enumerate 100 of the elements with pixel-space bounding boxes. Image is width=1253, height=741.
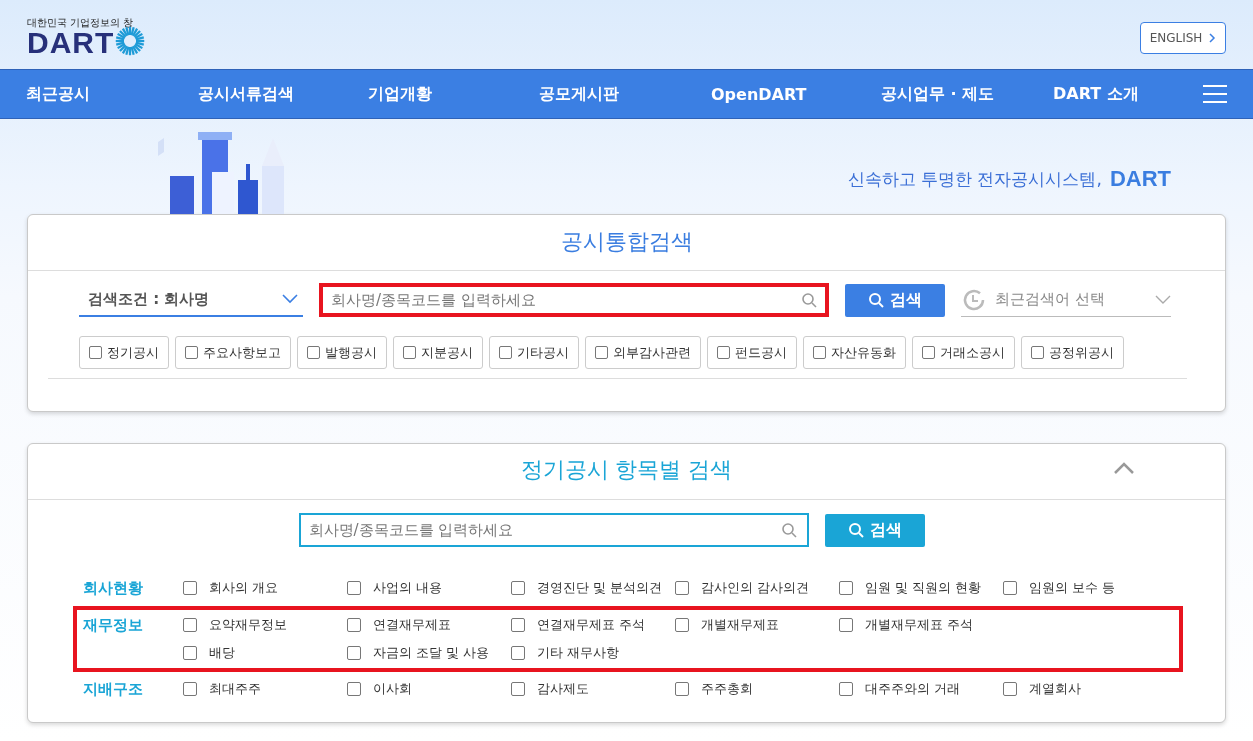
filter-label: 공정위공시 [1049, 343, 1114, 362]
filter-chip[interactable]: 펀드공시 [707, 336, 797, 369]
checkbox[interactable] [839, 682, 853, 696]
option-label: 회사의 개요 [209, 579, 279, 597]
search-field[interactable]: 회사명/종목코드를 입력하세요 [319, 283, 829, 317]
checkbox[interactable] [511, 682, 525, 696]
option-label: 이사회 [373, 680, 412, 698]
option-label: 대주주와의 거래 [865, 680, 961, 698]
option-label: 최대주주 [209, 680, 261, 698]
checkbox[interactable] [183, 618, 197, 632]
sunburst-icon [115, 26, 146, 56]
checkbox[interactable] [839, 618, 853, 632]
checkbox[interactable] [511, 618, 525, 632]
logo-tagline: 대한민국 기업정보의 창 [27, 16, 135, 30]
nav-link[interactable]: OpenDART [711, 84, 881, 104]
recent-search-dropdown[interactable]: 최근검색어 선택 [961, 283, 1171, 317]
option-label: 기타 재무사항 [537, 644, 620, 662]
filter-chip[interactable]: 정기공시 [79, 336, 169, 369]
card-title: 공시통합검색 [28, 215, 1225, 271]
search-icon [868, 292, 884, 308]
checkbox[interactable] [307, 346, 320, 359]
search-icon [801, 292, 817, 308]
logo-wordmark[interactable]: DART [27, 28, 115, 58]
checkbox[interactable] [595, 346, 608, 359]
checkbox[interactable] [511, 581, 525, 595]
checkbox[interactable] [1003, 682, 1017, 696]
filter-chip[interactable]: 외부감사관련 [585, 336, 701, 369]
option-label: 계열회사 [1029, 680, 1081, 698]
checkbox[interactable] [813, 346, 826, 359]
checkbox[interactable] [839, 581, 853, 595]
checkbox[interactable] [403, 346, 416, 359]
checkbox[interactable] [347, 618, 361, 632]
category-label: 지배구조 [83, 680, 144, 699]
filter-chip[interactable]: 공정위공시 [1021, 336, 1124, 369]
option-label: 자금의 조달 및 사용 [373, 644, 490, 662]
option-label: 감사인의 감사의견 [701, 579, 810, 597]
menu-icon[interactable] [1203, 85, 1227, 103]
filter-label: 지분공시 [421, 343, 473, 362]
option-label: 배당 [209, 644, 235, 662]
filter-label: 펀드공시 [735, 343, 787, 362]
checkbox[interactable] [922, 346, 935, 359]
nav-link[interactable]: 공시업무 · 제도 [881, 83, 1053, 105]
search-field[interactable]: 회사명/종목코드를 입력하세요 [298, 513, 809, 547]
option-label: 임원 및 직원의 현황 [865, 579, 982, 597]
filter-label: 정기공시 [107, 343, 159, 362]
filter-label: 거래소공시 [940, 343, 1005, 362]
filter-label: 기타공시 [517, 343, 569, 362]
checkbox[interactable] [347, 581, 361, 595]
checkbox[interactable] [1003, 581, 1017, 595]
filter-chip[interactable]: 지분공시 [393, 336, 483, 369]
option-label: 경영진단 및 분석의견 [537, 579, 663, 597]
option-label: 요약재무정보 [209, 616, 287, 634]
option-label: 연결재무제표 주석 [537, 616, 646, 634]
chevron-icon[interactable] [1113, 461, 1135, 475]
option-label: 임원의 보수 등 [1029, 579, 1116, 597]
checkbox[interactable] [675, 618, 689, 632]
checkbox[interactable] [183, 682, 197, 696]
checkbox[interactable] [717, 346, 730, 359]
checkbox[interactable] [347, 682, 361, 696]
filter-chip[interactable]: 주요사항보고 [175, 336, 291, 369]
nav-link[interactable]: 기업개황 [368, 83, 539, 105]
nav-link[interactable]: 최근공시 [26, 83, 198, 105]
checkbox[interactable] [675, 682, 689, 696]
checkbox[interactable] [675, 581, 689, 595]
option-label: 감사제도 [537, 680, 589, 698]
filter-chip[interactable]: 거래소공시 [912, 336, 1015, 369]
checkbox[interactable] [347, 646, 361, 660]
checkbox[interactable] [185, 346, 198, 359]
english-button[interactable]: ENGLISH [1140, 22, 1226, 54]
nav-link[interactable]: 공모게시판 [539, 83, 711, 105]
filter-label: 외부감사관련 [613, 343, 691, 362]
category-label: 재무정보 [83, 616, 144, 635]
search-button[interactable]: 검색 [845, 283, 945, 317]
search-icon [780, 522, 797, 538]
checkbox[interactable] [89, 346, 102, 359]
filter-chip[interactable]: 자산유동화 [803, 336, 906, 369]
checkbox[interactable] [511, 646, 525, 660]
option-label: 연결재무제표 [373, 616, 451, 634]
search-condition-dropdown[interactable]: 검색조건 : 회사명 [79, 283, 303, 317]
chevron-down-icon [1155, 294, 1171, 305]
checkbox[interactable] [183, 581, 197, 595]
filter-label: 주요사항보고 [203, 343, 281, 362]
checkbox[interactable] [499, 346, 512, 359]
search-icon [847, 522, 864, 538]
option-label: 주주총회 [701, 680, 753, 698]
checkbox[interactable] [183, 646, 197, 660]
option-label: 개별재무제표 [701, 616, 779, 634]
option-label: 개별재무제표 주석 [865, 616, 974, 634]
checkbox[interactable] [1031, 346, 1044, 359]
slogan-wordmark: DART [1109, 166, 1171, 192]
filter-label: 자산유동화 [831, 343, 896, 362]
option-label: 사업의 내용 [373, 579, 443, 597]
nav-link[interactable]: 공시서류검색 [198, 83, 368, 105]
filter-chip[interactable]: 발행공시 [297, 336, 387, 369]
nav-link[interactable]: DART 소개 [1053, 83, 1203, 105]
slogan: 신속하고 투명한 전자공시시스템, [847, 167, 1102, 191]
chevron-right-icon [1208, 33, 1217, 43]
filter-label: 발행공시 [325, 343, 377, 362]
category-label: 회사현황 [83, 579, 144, 598]
filter-chip[interactable]: 기타공시 [489, 336, 579, 369]
